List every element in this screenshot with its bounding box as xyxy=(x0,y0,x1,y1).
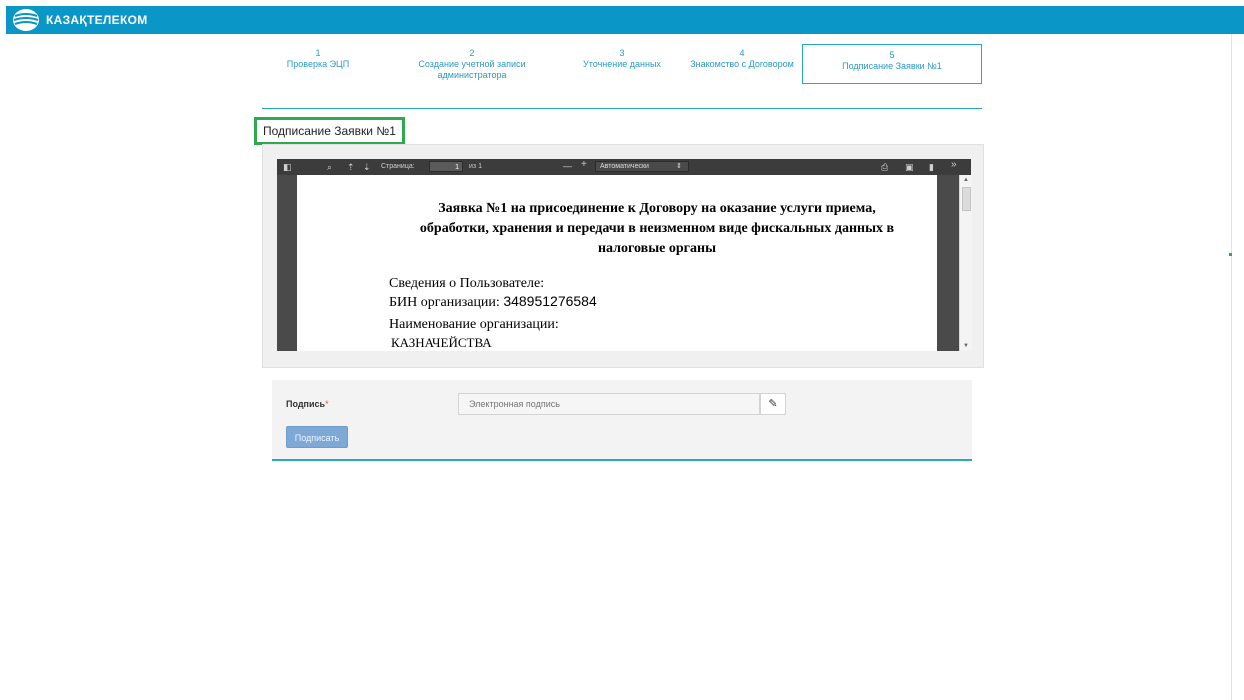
org-name-value: КАЗНАЧЕЙСТВА xyxy=(391,335,492,350)
pencil-icon: ✎ xyxy=(768,398,778,410)
wizard-steps: 1 Проверка ЭЦП 2 Создание учетной записи… xyxy=(262,44,982,109)
scroll-up-icon[interactable]: ▲ xyxy=(963,177,969,183)
signature-input[interactable] xyxy=(458,393,760,415)
org-name-label: Наименование организации: xyxy=(389,317,559,332)
next-page-icon[interactable]: ⇣ xyxy=(363,162,371,172)
page-number-input[interactable]: 1 xyxy=(429,161,463,172)
download-icon[interactable]: ▣ xyxy=(905,162,914,172)
search-icon[interactable]: ⌕ xyxy=(327,162,332,172)
step-number: 5 xyxy=(889,50,895,60)
prev-page-icon[interactable]: ⇡ xyxy=(347,162,355,172)
print-icon[interactable]: ⎙ xyxy=(881,162,888,172)
tools-icon[interactable]: » xyxy=(951,160,957,170)
step-number: 3 xyxy=(619,48,625,58)
step-label: Создание учетной записи администратора xyxy=(418,59,526,80)
step-number: 4 xyxy=(739,48,745,58)
page-edge-divider xyxy=(1231,34,1232,700)
page-label: Страница: xyxy=(381,163,415,170)
step-number: 1 xyxy=(315,48,321,58)
zoom-select-value: Автоматически xyxy=(600,163,649,170)
document-title-line: налоговые органы xyxy=(597,241,717,256)
bin-label: БИН организации: xyxy=(389,295,500,310)
step-2[interactable]: 2 Создание учетной записи администратора xyxy=(402,48,542,81)
step-3[interactable]: 3 Уточнение данных xyxy=(572,48,672,70)
top-bar: КАЗАҚТЕЛЕКОМ xyxy=(6,6,1244,34)
kazakhtelecom-logo-icon xyxy=(13,9,39,31)
brand-name: КАЗАҚТЕЛЕКОМ xyxy=(46,13,148,27)
bin-value: 348951276584 xyxy=(503,293,597,309)
pdf-scrollbar[interactable]: ▲ ▼ xyxy=(959,175,972,351)
brand[interactable]: КАЗАҚТЕЛЕКОМ xyxy=(12,8,148,32)
sign-button[interactable]: Подписать xyxy=(286,426,348,448)
pdf-toolbar: ◧ ⌕ ⇡ ⇣ Страница: 1 из 1 — + Автоматичес… xyxy=(277,159,971,175)
step-4[interactable]: 4 Знакомство с Договором xyxy=(682,48,802,70)
step-1[interactable]: 1 Проверка ЭЦП xyxy=(268,48,368,70)
document-title-line: обработки, хранения и передачи в неизмен… xyxy=(419,221,895,236)
step-label: Знакомство с Договором xyxy=(690,59,794,69)
step-label: Подписание Заявки №1 xyxy=(842,61,942,71)
signature-panel: Подпись* ✎ Подписать xyxy=(272,380,972,461)
section-title: Подписание Заявки №1 xyxy=(254,117,405,145)
signature-label-text: Подпись xyxy=(286,399,326,409)
step-label: Проверка ЭЦП xyxy=(286,59,350,69)
step-label: Уточнение данных xyxy=(583,59,661,69)
zoom-in-button[interactable]: + xyxy=(581,160,587,170)
document-title: Заявка №1 на присоединение к Договору на… xyxy=(387,199,927,259)
zoom-out-button[interactable]: — xyxy=(563,161,572,171)
step-5[interactable]: 5 Подписание Заявки №1 xyxy=(802,44,982,84)
signature-label: Подпись* xyxy=(286,399,329,409)
chevron-down-icon: ⇕ xyxy=(676,163,682,170)
sidebar-toggle-icon[interactable]: ◧ xyxy=(283,162,292,172)
zoom-select[interactable]: Автоматически ⇕ xyxy=(595,161,689,172)
step-number: 2 xyxy=(469,48,475,58)
pdf-viewer-panel: ◧ ⌕ ⇡ ⇣ Страница: 1 из 1 — + Автоматичес… xyxy=(262,144,984,368)
pdf-page: Заявка №1 на присоединение к Договору на… xyxy=(297,175,937,351)
pen-button[interactable]: ✎ xyxy=(760,393,786,415)
user-info-label: Сведения о Пользователе: xyxy=(389,276,545,291)
bookmark-icon[interactable]: ▮ xyxy=(929,162,934,172)
bin-row: БИН организации: 348951276584 xyxy=(389,293,597,311)
page-total: из 1 xyxy=(469,163,482,170)
required-mark: * xyxy=(325,399,329,409)
scrollbar-thumb[interactable] xyxy=(962,187,971,211)
status-dot xyxy=(1229,253,1232,256)
pdf-document-area[interactable]: Заявка №1 на присоединение к Договору на… xyxy=(277,175,959,351)
scroll-down-icon[interactable]: ▼ xyxy=(963,343,969,349)
document-title-line: Заявка №1 на присоединение к Договору на… xyxy=(438,201,876,216)
